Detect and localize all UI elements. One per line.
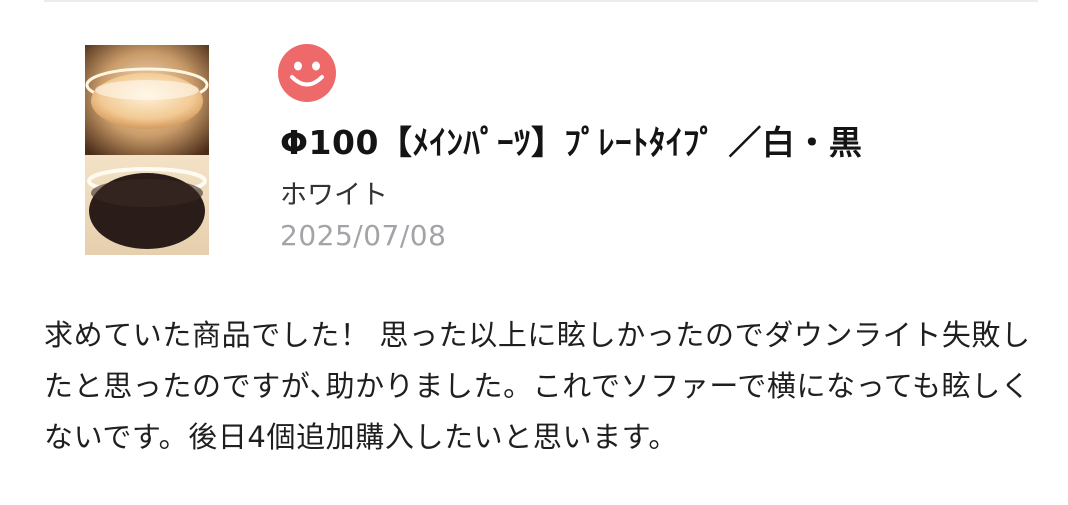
product-thumbnail[interactable]: [85, 45, 209, 255]
review-card: Φ100【ﾒｲﾝﾊﾟｰﾂ】ﾌﾟﾚｰﾄﾀｲﾌﾟ ／白・黒 ホワイト 2025/07…: [0, 0, 1068, 505]
smile-face-icon: [278, 44, 336, 102]
product-variant: ホワイト: [280, 180, 388, 211]
review-date: 2025/07/08: [280, 219, 447, 252]
review-body: 求めていた商品でした！ 思った以上に眩しかったのでダウンライト失敗したと思ったの…: [44, 318, 1031, 454]
product-name[interactable]: Φ100【ﾒｲﾝﾊﾟｰﾂ】ﾌﾟﾚｰﾄﾀｲﾌﾟ ／白・黒: [280, 116, 862, 164]
